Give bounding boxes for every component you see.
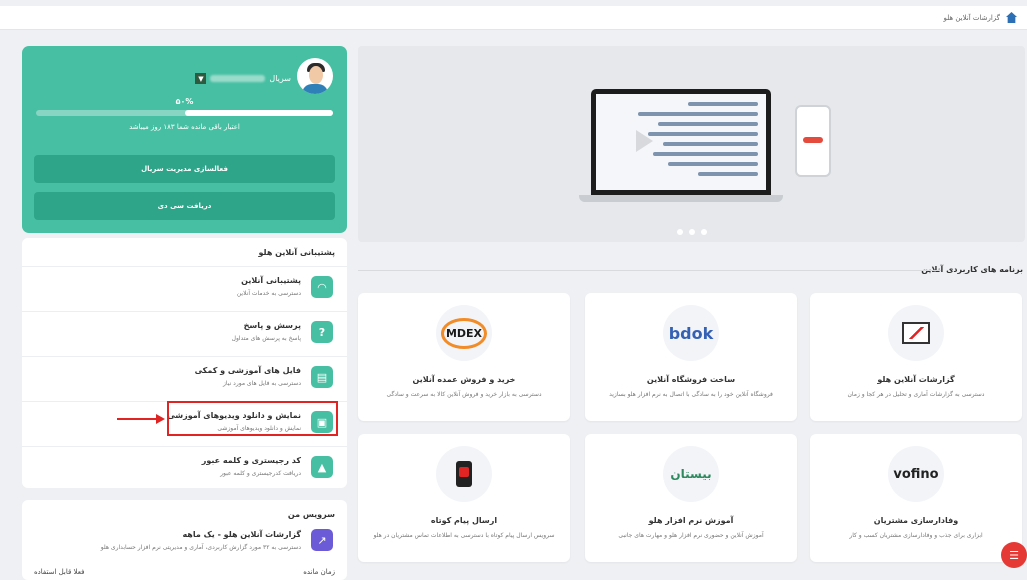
chevron-down-icon[interactable]: ▼ xyxy=(195,73,207,84)
chart-logo-icon xyxy=(902,322,930,344)
service-title[interactable]: گزارشات آنلاین هلو - یک ماهه xyxy=(182,530,301,539)
sms-phone-icon xyxy=(456,461,472,487)
phone-illustration xyxy=(795,105,831,177)
activate-serial-button[interactable]: فعالسازی مدیریت سریال xyxy=(34,155,335,183)
support-item-faq[interactable]: ? پرسش و پاسخ پاسخ به پرسش های متداول xyxy=(22,311,347,356)
carousel-dot[interactable] xyxy=(676,229,683,235)
credit-progress-bar xyxy=(36,110,333,116)
remaining-time-label: زمان مانده xyxy=(303,568,335,576)
promo-banner[interactable] xyxy=(358,46,1025,242)
top-bar: گزارشات آنلاین هلو xyxy=(0,6,1027,30)
avatar xyxy=(297,58,333,94)
headset-icon: ◠ xyxy=(311,276,333,298)
service-status: فعلا قابل استفاده xyxy=(34,568,85,576)
mdex-logo: MDEX xyxy=(440,317,488,349)
serial-label: سریال xyxy=(269,74,291,83)
credit-progress-fill xyxy=(184,110,333,116)
home-icon[interactable] xyxy=(1006,12,1017,23)
trend-chart-icon: ↗ xyxy=(311,529,333,551)
question-icon: ? xyxy=(311,321,333,343)
bistan-logo: بیستان xyxy=(670,467,712,481)
remaining-text: اعتبار باقی مانده شما ۱۸۳ روز میباشد xyxy=(129,123,240,131)
my-services-panel: سرویس من ↗ گزارشات آنلاین هلو - یک ماهه … xyxy=(22,500,347,580)
highlight-box xyxy=(167,401,338,436)
app-card-training[interactable]: بیستان آموزش نرم افزار هلو آموزش آنلاین … xyxy=(585,434,797,562)
support-item-online[interactable]: ◠ پشتیبانی آنلاین دسترسی به خدمات آنلاین xyxy=(22,266,347,311)
support-panel: پشتیبانی آنلاین هلو ◠ پشتیبانی آنلاین دس… xyxy=(22,238,347,488)
subscription-card: سریال ▼ ۵۰% اعتبار باقی مانده شما ۱۸۳ رو… xyxy=(22,46,347,233)
app-card-shop[interactable]: bdok ساخت فروشگاه آنلاین فروشگاه آنلاین … xyxy=(585,293,797,421)
lock-icon: ▲ xyxy=(311,456,333,478)
pointer-arrow xyxy=(117,414,165,424)
services-title: سرویس من xyxy=(287,510,335,519)
carousel-dots xyxy=(358,229,1025,235)
carousel-dot[interactable] xyxy=(688,229,695,235)
menu-fab-button[interactable]: ☰ xyxy=(1001,542,1027,568)
service-footer: زمان مانده فعلا قابل استفاده xyxy=(34,568,335,576)
serial-selector[interactable]: سریال ▼ xyxy=(195,73,291,84)
breadcrumb: گزارشات آنلاین هلو xyxy=(943,12,1017,23)
app-card-sms[interactable]: ارسال پیام کوتاه سرویس ارسال پیام کوتاه … xyxy=(358,434,570,562)
serial-value-blurred xyxy=(210,75,266,82)
laptop-illustration xyxy=(591,89,771,195)
service-desc: دسترسی به ۳۲ مورد گزارش کاربردی، آماری و… xyxy=(100,544,301,551)
play-icon[interactable] xyxy=(636,130,653,152)
get-cd-button[interactable]: دریافت سی دی xyxy=(34,192,335,220)
vofino-logo: vofino xyxy=(893,466,939,482)
app-card-mdex[interactable]: MDEX خرید و فروش عمده آنلاین دسترسی به ب… xyxy=(358,293,570,421)
file-icon: ▤ xyxy=(311,366,333,388)
breadcrumb-label[interactable]: گزارشات آنلاین هلو xyxy=(943,14,1000,22)
bdok-logo: bdok xyxy=(668,323,714,343)
support-title: پشتیبانی آنلاین هلو xyxy=(258,248,335,257)
app-card-vofino[interactable]: vofino وفادارسازی مشتریان ابزاری برای جذ… xyxy=(810,434,1022,562)
app-card-reports[interactable]: گزارشات آنلاین هلو دسترسی به گزارشات آما… xyxy=(810,293,1022,421)
progress-percent: ۵۰% xyxy=(175,97,194,106)
support-item-files[interactable]: ▤ فایل های آموزشی و کمکی دسترسی به فایل … xyxy=(22,356,347,401)
carousel-dot[interactable] xyxy=(700,229,707,235)
support-item-registry[interactable]: ▲ کد رجیستری و کلمه عبور دریافت کدرجیستر… xyxy=(22,446,347,491)
